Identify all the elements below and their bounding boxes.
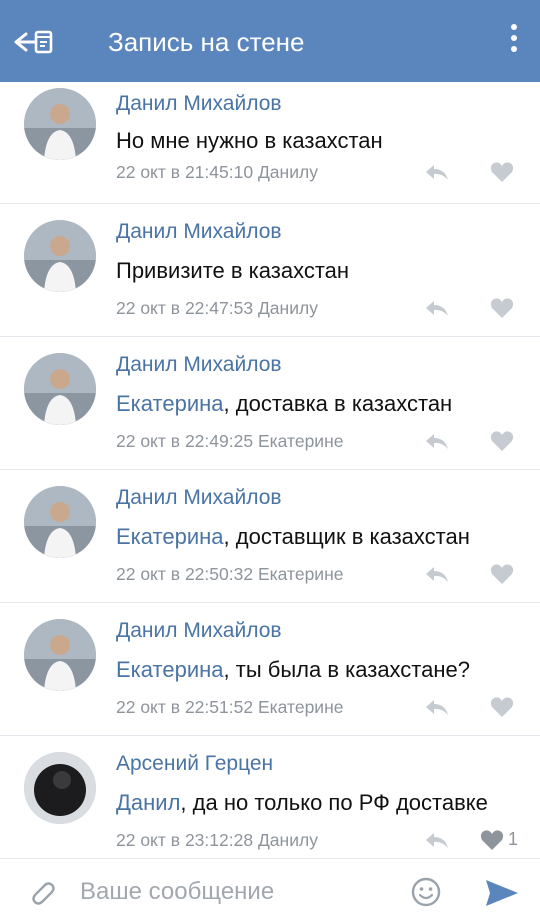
- reply-icon[interactable]: [424, 563, 450, 585]
- comment-item: Данил Михайлов Екатерина, ты была в каза…: [0, 603, 540, 736]
- smiley-icon[interactable]: [410, 876, 442, 908]
- reply-target: Екатерине: [257, 564, 344, 584]
- avatar[interactable]: [24, 220, 96, 292]
- heart-icon[interactable]: [480, 829, 504, 851]
- more-vertical-icon: [511, 24, 517, 30]
- avatar-photo: [24, 752, 96, 824]
- avatar-photo: [24, 220, 96, 292]
- reply-icon[interactable]: [424, 297, 450, 319]
- comment-text: Екатерина, доставщик в казахстан: [116, 524, 470, 550]
- back-button[interactable]: [12, 24, 56, 60]
- author-name[interactable]: Данил Михайлов: [116, 92, 282, 116]
- comment-body: , доставка в казахстан: [223, 391, 453, 416]
- reply-target: Екатерине: [257, 431, 344, 451]
- avatar[interactable]: [24, 486, 96, 558]
- comment-text: Екатерина, ты была в казахстане?: [116, 657, 470, 683]
- avatar-photo: [24, 619, 96, 691]
- top-bar: Запись на стене: [0, 0, 540, 82]
- avatar[interactable]: [24, 619, 96, 691]
- page-title: Запись на стене: [108, 27, 305, 57]
- send-icon[interactable]: [484, 878, 520, 908]
- heart-icon[interactable]: [490, 696, 514, 718]
- like-count: 1: [508, 829, 519, 849]
- back-arrow-with-post-icon: [14, 30, 53, 54]
- comment-text: Данил, да но только по РФ доставке: [116, 790, 488, 816]
- comment-meta: 22 окт в 22:50:32 Екатерине: [116, 564, 343, 585]
- reply-target: Данилу: [257, 162, 318, 182]
- comment-item: Данил Михайлов Привизите в казахстан 22 …: [0, 204, 540, 337]
- mention-link[interactable]: Екатерина: [116, 391, 224, 416]
- comment-item: Данил Михайлов Екатерина, доставщик в ка…: [0, 470, 540, 603]
- mention-link[interactable]: Данил: [116, 790, 180, 815]
- reply-icon[interactable]: [424, 696, 450, 718]
- timestamp: 22 окт в 22:51:52: [116, 697, 254, 717]
- author-name[interactable]: Данил Михайлов: [116, 619, 282, 643]
- comment-meta: 22 окт в 22:47:53 Данилу: [116, 298, 318, 319]
- comment-text: Но мне нужно в казахстан: [116, 128, 383, 154]
- comment-body: Но мне нужно в казахстан: [116, 128, 383, 153]
- avatar-photo: [24, 353, 96, 425]
- comment-meta: 22 окт в 22:51:52 Екатерине: [116, 697, 343, 718]
- reply-icon[interactable]: [424, 829, 450, 851]
- author-name[interactable]: Данил Михайлов: [116, 486, 282, 510]
- comment-text: Екатерина, доставка в казахстан: [116, 391, 452, 417]
- timestamp: 22 окт в 21:45:10: [116, 162, 254, 182]
- avatar[interactable]: [24, 752, 96, 824]
- comment-body: , ты была в казахстане?: [223, 657, 470, 682]
- reply-target: Данилу: [257, 830, 318, 850]
- comment-body: , доставщик в казахстан: [223, 524, 470, 549]
- comment-meta: 22 окт в 23:12:28 Данилу: [116, 830, 318, 851]
- reply-target: Екатерине: [257, 697, 344, 717]
- message-composer: [0, 858, 540, 922]
- comment-meta: 22 окт в 21:45:10 Данилу: [116, 162, 318, 183]
- comment-text: Привизите в казахстан: [116, 258, 349, 284]
- avatar-photo: [24, 486, 96, 558]
- comment-list: Данил Михайлов Но мне нужно в казахстан …: [0, 82, 540, 869]
- more-menu-button[interactable]: [504, 24, 524, 58]
- avatar[interactable]: [24, 353, 96, 425]
- reply-target: Данилу: [257, 298, 318, 318]
- comment-body: , да но только по РФ доставке: [180, 790, 488, 815]
- avatar-photo: [24, 88, 96, 160]
- mention-link[interactable]: Екатерина: [116, 524, 224, 549]
- comment-item: Данил Михайлов Екатерина, доставка в каз…: [0, 337, 540, 470]
- comment-meta: 22 окт в 22:49:25 Екатерине: [116, 431, 343, 452]
- paperclip-icon[interactable]: [26, 876, 58, 908]
- heart-icon[interactable]: [490, 430, 514, 452]
- reply-icon[interactable]: [424, 430, 450, 452]
- heart-icon[interactable]: [490, 563, 514, 585]
- heart-icon[interactable]: [490, 161, 514, 183]
- mention-link[interactable]: Екатерина: [116, 657, 224, 682]
- timestamp: 22 окт в 22:47:53: [116, 298, 254, 318]
- reply-icon[interactable]: [424, 161, 450, 183]
- comment-item: Данил Михайлов Но мне нужно в казахстан …: [0, 82, 540, 204]
- message-input[interactable]: [78, 871, 392, 913]
- heart-icon[interactable]: [490, 297, 514, 319]
- timestamp: 22 окт в 23:12:28: [116, 830, 254, 850]
- author-name[interactable]: Данил Михайлов: [116, 220, 282, 244]
- author-name[interactable]: Арсений Герцен: [116, 752, 273, 776]
- avatar[interactable]: [24, 88, 96, 160]
- author-name[interactable]: Данил Михайлов: [116, 353, 282, 377]
- comment-item: Арсений Герцен Данил, да но только по РФ…: [0, 736, 540, 869]
- timestamp: 22 окт в 22:50:32: [116, 564, 254, 584]
- timestamp: 22 окт в 22:49:25: [116, 431, 254, 451]
- comment-body: Привизите в казахстан: [116, 258, 350, 283]
